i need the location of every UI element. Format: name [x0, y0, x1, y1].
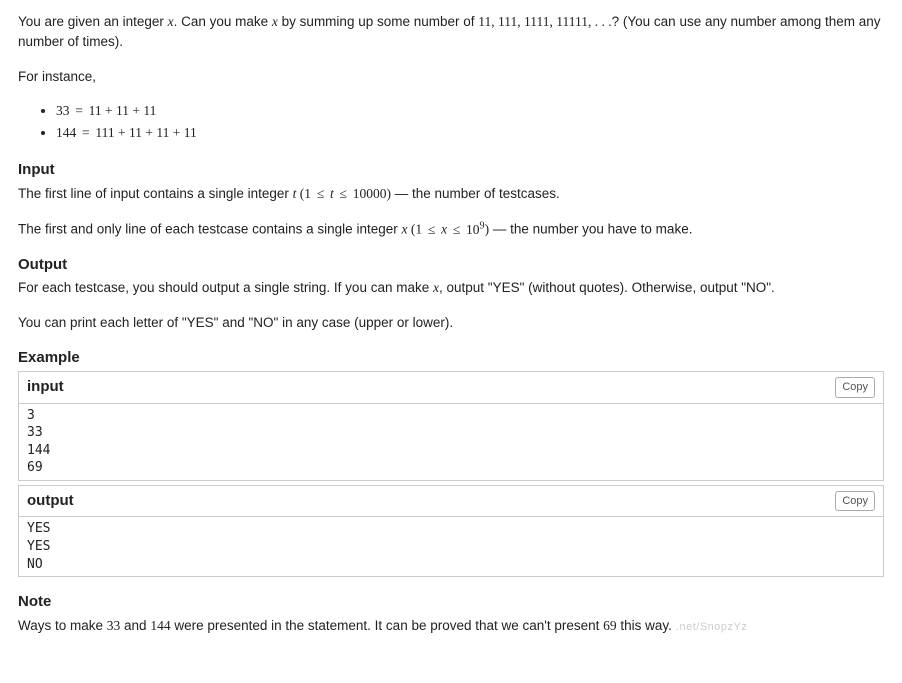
- example-heading: Example: [18, 347, 884, 370]
- text: For each testcase, you should output a s…: [18, 280, 433, 295]
- num: 144: [150, 618, 170, 633]
- output-paragraph-2: You can print each letter of "YES" and "…: [18, 313, 884, 333]
- text: Ways to make: [18, 618, 107, 633]
- text: . Can you make: [174, 14, 272, 29]
- num: 1: [415, 222, 422, 237]
- example-output-header: output Copy: [19, 486, 883, 518]
- intro-paragraph-2: For instance,: [18, 67, 884, 87]
- le: ≤: [315, 186, 326, 201]
- number-sequence: 11, 111, 1111, 11111, . . .: [478, 14, 611, 29]
- text: and: [120, 618, 150, 633]
- equals: =: [80, 125, 92, 140]
- dash: —: [489, 222, 510, 237]
- equals: =: [73, 103, 85, 118]
- dash: —: [391, 186, 412, 201]
- output-label: output: [27, 490, 74, 513]
- var-x: x: [441, 222, 447, 237]
- rhs: 111 + 11 + 11 + 11: [95, 125, 196, 140]
- text: this way.: [617, 618, 672, 633]
- base: 10: [466, 222, 480, 237]
- text: the number you have to make.: [510, 222, 692, 237]
- lhs: 33: [56, 103, 70, 118]
- example-output-block: output Copy YES YES NO: [18, 485, 884, 577]
- example-input-header: input Copy: [19, 372, 883, 404]
- text: The first line of input contains a singl…: [18, 186, 293, 201]
- text: The first and only line of each testcase…: [18, 222, 401, 237]
- text: the number of testcases.: [412, 186, 560, 201]
- le: ≤: [338, 186, 349, 201]
- output-heading: Output: [18, 254, 884, 277]
- example-output-content: YES YES NO: [19, 517, 883, 576]
- example-input-block: input Copy 3 33 144 69: [18, 371, 884, 481]
- num: 109: [466, 222, 485, 237]
- copy-button[interactable]: Copy: [835, 491, 875, 512]
- rhs: 11 + 11 + 11: [89, 103, 157, 118]
- watermark-text: .net/SnopzYz: [676, 621, 747, 633]
- note-paragraph: Ways to make 33 and 144 were presented i…: [18, 616, 884, 636]
- list-item: 33 = 11 + 11 + 11: [56, 101, 884, 121]
- text: by summing up some number of: [278, 14, 478, 29]
- example-input-content: 3 33 144 69: [19, 404, 883, 480]
- examples-list: 33 = 11 + 11 + 11 144 = 111 + 11 + 11 + …: [18, 101, 884, 144]
- le: ≤: [426, 222, 437, 237]
- input-paragraph-2: The first and only line of each testcase…: [18, 218, 884, 240]
- lhs: 144: [56, 125, 76, 140]
- var-t: t: [330, 186, 334, 201]
- intro-paragraph-1: You are given an integer x. Can you make…: [18, 12, 884, 53]
- input-label: input: [27, 376, 64, 399]
- num: 33: [107, 618, 121, 633]
- le: ≤: [451, 222, 462, 237]
- num: 1: [304, 186, 311, 201]
- text: You are given an integer: [18, 14, 168, 29]
- output-paragraph-1: For each testcase, you should output a s…: [18, 278, 884, 298]
- note-heading: Note: [18, 591, 884, 614]
- num: 69: [603, 618, 617, 633]
- input-paragraph-1: The first line of input contains a singl…: [18, 184, 884, 204]
- text: , output "YES" (without quotes). Otherwi…: [439, 280, 775, 295]
- num: 10000: [353, 186, 387, 201]
- text: were presented in the statement. It can …: [171, 618, 604, 633]
- input-heading: Input: [18, 159, 884, 182]
- copy-button[interactable]: Copy: [835, 377, 875, 398]
- list-item: 144 = 111 + 11 + 11 + 11: [56, 123, 884, 143]
